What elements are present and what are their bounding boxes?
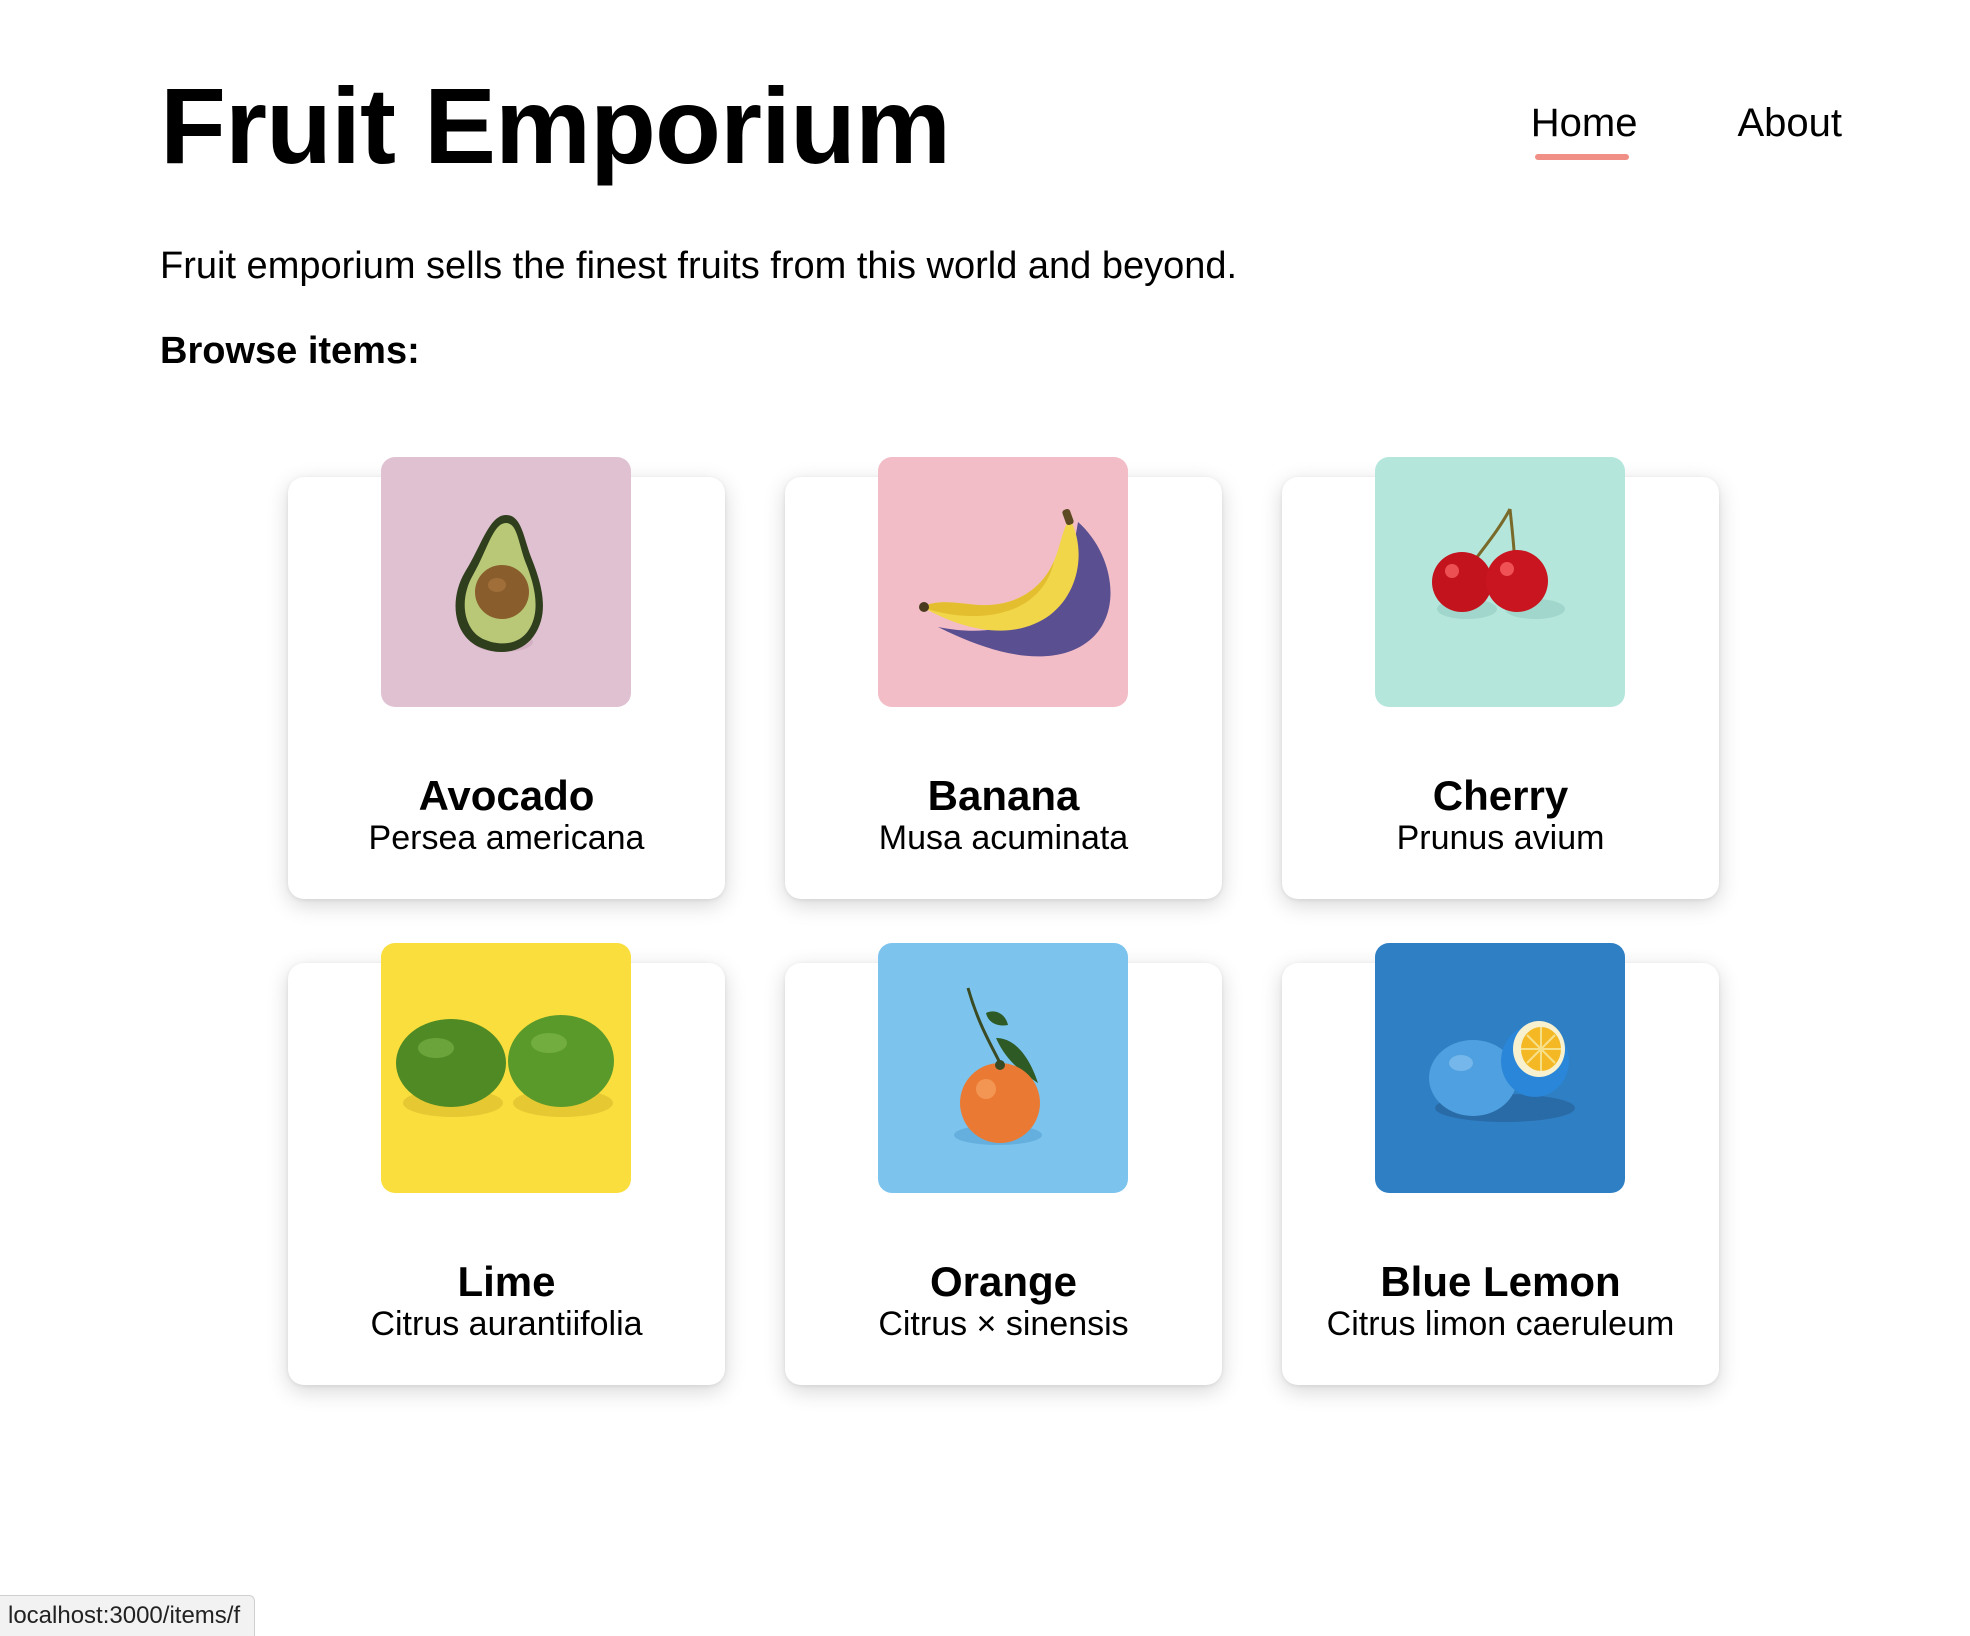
item-name: Orange [929, 1258, 1078, 1305]
product-grid: Avocado Persea americana Banana Musa acu… [288, 457, 1719, 1405]
item-scientific-name: Citrus aurantiifolia [370, 1305, 643, 1343]
item-scientific-name: Citrus × sinensis [878, 1305, 1129, 1343]
status-bar-url: localhost:3000/items/f [0, 1595, 256, 1636]
nav-link-about[interactable]: About [1737, 100, 1842, 146]
main-nav: Home About [1531, 100, 1842, 160]
item-scientific-name: Persea americana [368, 819, 645, 857]
product-card-avocado[interactable]: Avocado Persea americana [288, 457, 725, 919]
item-scientific-name: Citrus limon caeruleum [1326, 1305, 1675, 1343]
avocado-image [381, 457, 631, 707]
item-name: Avocado [418, 772, 595, 819]
item-scientific-name: Musa acuminata [878, 819, 1129, 857]
item-name: Lime [457, 1258, 556, 1305]
cherry-image [1375, 457, 1625, 707]
blue-lemon-image [1375, 943, 1625, 1193]
browse-heading: Browse items: [160, 330, 420, 372]
banana-image [878, 457, 1128, 707]
product-card-blue-lemon[interactable]: Blue Lemon Citrus limon caeruleum [1282, 943, 1719, 1405]
product-card-banana[interactable]: Banana Musa acuminata [785, 457, 1222, 919]
nav-link-home[interactable]: Home [1531, 100, 1637, 160]
intro-text: Fruit emporium sells the finest fruits f… [160, 245, 1238, 287]
item-scientific-name: Prunus avium [1396, 819, 1605, 857]
item-name: Blue Lemon [1380, 1258, 1621, 1305]
product-card-lime[interactable]: Lime Citrus aurantiifolia [288, 943, 725, 1405]
item-name: Cherry [1432, 772, 1569, 819]
lime-image [381, 943, 631, 1193]
product-card-orange[interactable]: Orange Citrus × sinensis [785, 943, 1222, 1405]
product-card-cherry[interactable]: Cherry Prunus avium [1282, 457, 1719, 919]
orange-image [878, 943, 1128, 1193]
site-title: Fruit Emporium [160, 65, 951, 186]
item-name: Banana [927, 772, 1080, 819]
